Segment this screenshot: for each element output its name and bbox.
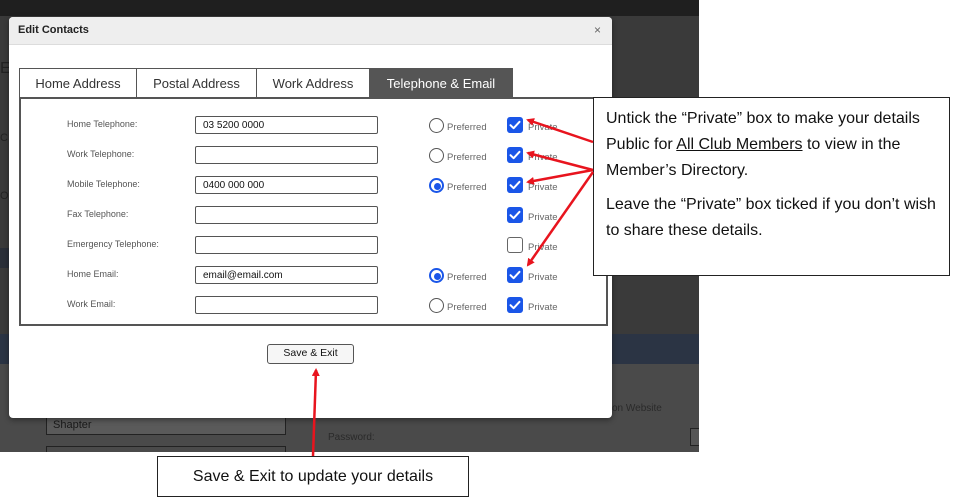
callout-paragraph: Leave the “Private” box ticked if you do… [606, 196, 936, 239]
edit-contacts-modal: Edit Contacts × Home Address Postal Addr… [9, 17, 612, 418]
background-shapter-field: Shapter [46, 415, 286, 435]
home-telephone-preferred-label: Preferred [447, 122, 487, 133]
home-email-preferred-radio[interactable] [429, 268, 444, 283]
home-email-preferred-label: Preferred [447, 272, 487, 283]
tab-telephone-email[interactable]: Telephone & Email [369, 68, 513, 98]
emergency-telephone-input[interactable] [195, 236, 378, 254]
home-telephone-private-checkbox[interactable] [507, 117, 523, 133]
mobile-telephone-input[interactable]: 0400 000 000 [195, 176, 378, 194]
fax-telephone-label: Fax Telephone: [67, 209, 129, 219]
fax-telephone-private-label: Private [528, 212, 558, 223]
home-email-input[interactable]: email@email.com [195, 266, 378, 284]
background-left-letter: O [0, 190, 9, 202]
work-telephone-private-checkbox[interactable] [507, 147, 523, 163]
emergency-telephone-private-checkbox[interactable] [507, 237, 523, 253]
save-callout: Save & Exit to update your details [157, 456, 469, 497]
home-email-private-label: Private [528, 272, 558, 283]
work-email-private-checkbox[interactable] [507, 297, 523, 313]
instruction-callout: Untick the “Private” box to make your de… [593, 97, 950, 276]
home-email-private-checkbox[interactable] [507, 267, 523, 283]
modal-header: Edit Contacts × [9, 17, 612, 45]
screenshot-stage: E C O Shapter Password: on Website Edit … [0, 0, 956, 499]
fax-telephone-input[interactable] [195, 206, 378, 224]
close-icon[interactable]: × [594, 23, 601, 37]
work-telephone-input[interactable] [195, 146, 378, 164]
background-field [46, 446, 286, 452]
home-telephone-private-label: Private [528, 122, 558, 133]
tab-bar: Home Address Postal Address Work Address… [19, 68, 614, 98]
home-email-label: Home Email: [67, 269, 119, 279]
mobile-telephone-preferred-radio[interactable] [429, 178, 444, 193]
work-email-preferred-label: Preferred [447, 302, 487, 313]
work-telephone-private-label: Private [528, 152, 558, 163]
work-telephone-label: Work Telephone: [67, 149, 135, 159]
work-email-label: Work Email: [67, 299, 116, 309]
mobile-telephone-private-checkbox[interactable] [507, 177, 523, 193]
tab-home-address[interactable]: Home Address [19, 68, 137, 98]
work-telephone-preferred-label: Preferred [447, 152, 487, 163]
work-email-preferred-radio[interactable] [429, 298, 444, 313]
fax-telephone-private-checkbox[interactable] [507, 207, 523, 223]
tab-postal-address[interactable]: Postal Address [136, 68, 257, 98]
background-topbar [0, 0, 699, 16]
modal-title: Edit Contacts [18, 24, 89, 36]
save-exit-button[interactable]: Save & Exit [267, 344, 354, 364]
emergency-telephone-private-label: Private [528, 242, 558, 253]
background-password-label: Password: [328, 432, 375, 443]
callout-underlined-text: All Club Members [676, 136, 803, 153]
home-telephone-input[interactable]: 03 5200 0000 [195, 116, 378, 134]
background-on-website-label: on Website [612, 403, 662, 414]
home-telephone-preferred-radio[interactable] [429, 118, 444, 133]
tab-work-address[interactable]: Work Address [256, 68, 370, 98]
background-left-letter: C [0, 132, 8, 144]
mobile-telephone-private-label: Private [528, 182, 558, 193]
callout-paragraph: Untick the “Private” box to make your de… [606, 106, 937, 184]
mobile-telephone-preferred-label: Preferred [447, 182, 487, 193]
background-button [690, 428, 699, 446]
home-telephone-label: Home Telephone: [67, 119, 138, 129]
work-telephone-preferred-radio[interactable] [429, 148, 444, 163]
work-email-input[interactable] [195, 296, 378, 314]
mobile-telephone-label: Mobile Telephone: [67, 179, 140, 189]
emergency-telephone-label: Emergency Telephone: [67, 239, 159, 249]
work-email-private-label: Private [528, 302, 558, 313]
